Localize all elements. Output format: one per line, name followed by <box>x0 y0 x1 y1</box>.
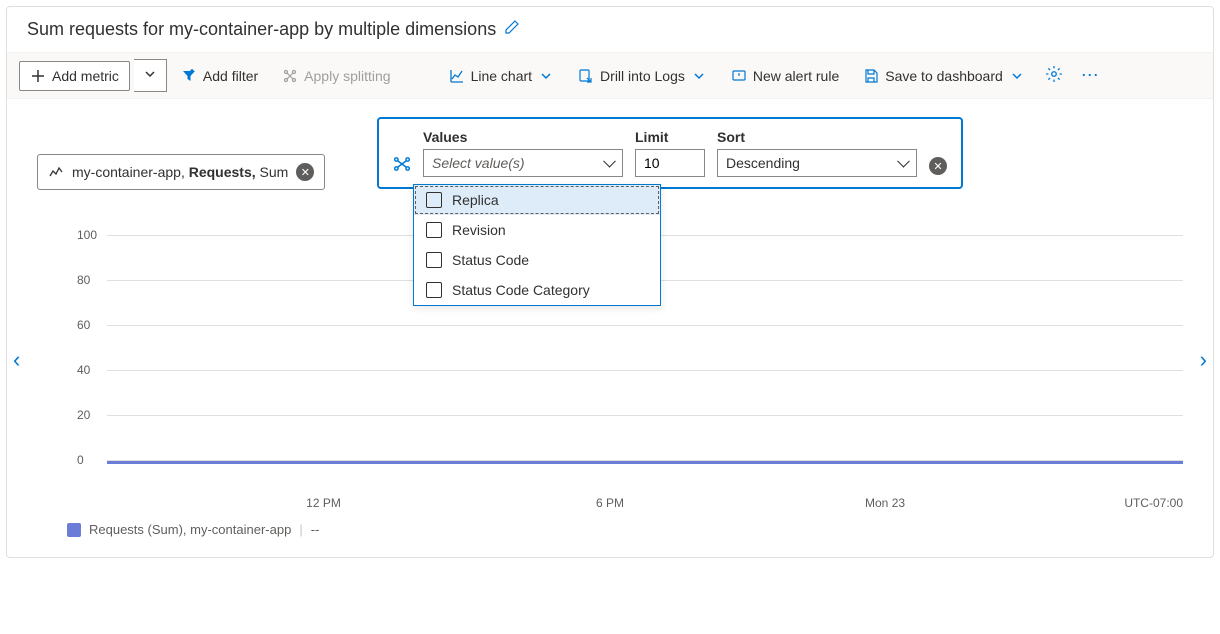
y-tick: 60 <box>77 318 90 332</box>
values-label: Values <box>423 129 623 145</box>
splitting-panel: Values Select value(s) Limit Sort Descen… <box>377 117 963 189</box>
splitting-icon <box>393 155 411 176</box>
apply-splitting-button: Apply splitting <box>272 62 400 90</box>
metric-pill-text: my-container-app, Requests, Sum <box>72 164 288 180</box>
line-chart-label: Line chart <box>471 68 532 84</box>
page-title: Sum requests for my-container-app by mul… <box>27 19 496 40</box>
chart-next-icon[interactable]: › <box>1200 347 1207 373</box>
toolbar: Add metric Add filter Apply splitting Li… <box>7 52 1213 99</box>
y-tick: 20 <box>77 408 90 422</box>
legend-label: Requests (Sum), my-container-app <box>89 522 291 537</box>
line-chart-button[interactable]: Line chart <box>439 62 564 90</box>
option-revision[interactable]: Revision <box>414 215 660 245</box>
y-tick: 40 <box>77 363 90 377</box>
edit-title-icon[interactable] <box>504 19 520 40</box>
sort-select[interactable]: Descending <box>717 149 917 177</box>
y-tick: 80 <box>77 273 90 287</box>
metric-icon <box>48 164 64 180</box>
add-filter-button[interactable]: Add filter <box>171 62 268 90</box>
remove-metric-icon[interactable]: ✕ <box>296 163 314 181</box>
close-splitting-icon[interactable]: ✕ <box>929 157 947 175</box>
metric-pill[interactable]: my-container-app, Requests, Sum ✕ <box>37 154 325 190</box>
new-alert-button[interactable]: New alert rule <box>721 62 849 90</box>
x-tick: 12 PM <box>306 496 341 510</box>
apply-splitting-label: Apply splitting <box>304 68 390 84</box>
save-dashboard-label: Save to dashboard <box>885 68 1003 84</box>
x-tick: 6 PM <box>596 496 624 510</box>
values-select[interactable]: Select value(s) <box>423 149 623 177</box>
more-icon[interactable]: ⋯ <box>1073 61 1107 90</box>
drill-logs-button[interactable]: Drill into Logs <box>568 62 717 90</box>
add-metric-button[interactable]: Add metric <box>19 61 130 91</box>
chart-prev-icon[interactable]: ‹ <box>13 347 20 373</box>
legend-swatch <box>67 523 81 537</box>
timezone-label: UTC-07:00 <box>1124 496 1183 510</box>
settings-icon[interactable] <box>1039 61 1069 90</box>
values-dropdown: Replica Revision Status Code Status Code… <box>413 184 661 306</box>
new-alert-label: New alert rule <box>753 68 839 84</box>
add-metric-label: Add metric <box>52 68 119 84</box>
add-metric-chevron[interactable] <box>134 59 167 92</box>
add-filter-label: Add filter <box>203 68 258 84</box>
limit-label: Limit <box>635 129 705 145</box>
legend-value: -- <box>311 522 320 537</box>
y-tick: 100 <box>77 228 97 242</box>
legend: Requests (Sum), my-container-app | -- <box>37 510 1183 537</box>
series-line <box>107 461 1183 464</box>
y-tick: 0 <box>77 453 84 467</box>
save-dashboard-button[interactable]: Save to dashboard <box>853 62 1035 90</box>
option-status-code-category[interactable]: Status Code Category <box>414 275 660 305</box>
x-tick: Mon 23 <box>865 496 905 510</box>
drill-logs-label: Drill into Logs <box>600 68 685 84</box>
option-status-code[interactable]: Status Code <box>414 245 660 275</box>
limit-input[interactable] <box>635 149 705 177</box>
option-replica[interactable]: Replica <box>414 185 660 215</box>
sort-label: Sort <box>717 129 917 145</box>
